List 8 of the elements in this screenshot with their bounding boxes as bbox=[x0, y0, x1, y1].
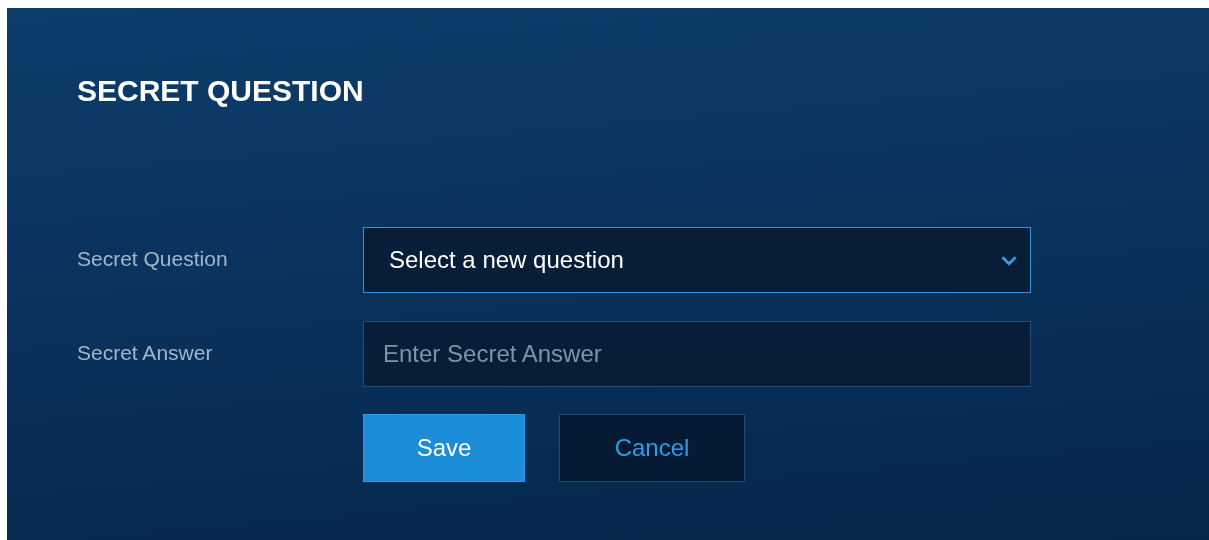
dialog-title: SECRET QUESTION bbox=[77, 73, 365, 109]
question-dropdown[interactable]: Select a new question bbox=[363, 227, 1031, 293]
chevron-down-icon bbox=[1000, 254, 1018, 266]
cancel-button[interactable]: Cancel bbox=[559, 414, 745, 482]
save-button[interactable]: Save bbox=[363, 414, 525, 482]
answer-field[interactable]: Enter Secret Answer bbox=[363, 321, 1031, 387]
field-label: Secret Answer bbox=[77, 341, 214, 365]
field-label: Secret Question bbox=[77, 247, 229, 271]
